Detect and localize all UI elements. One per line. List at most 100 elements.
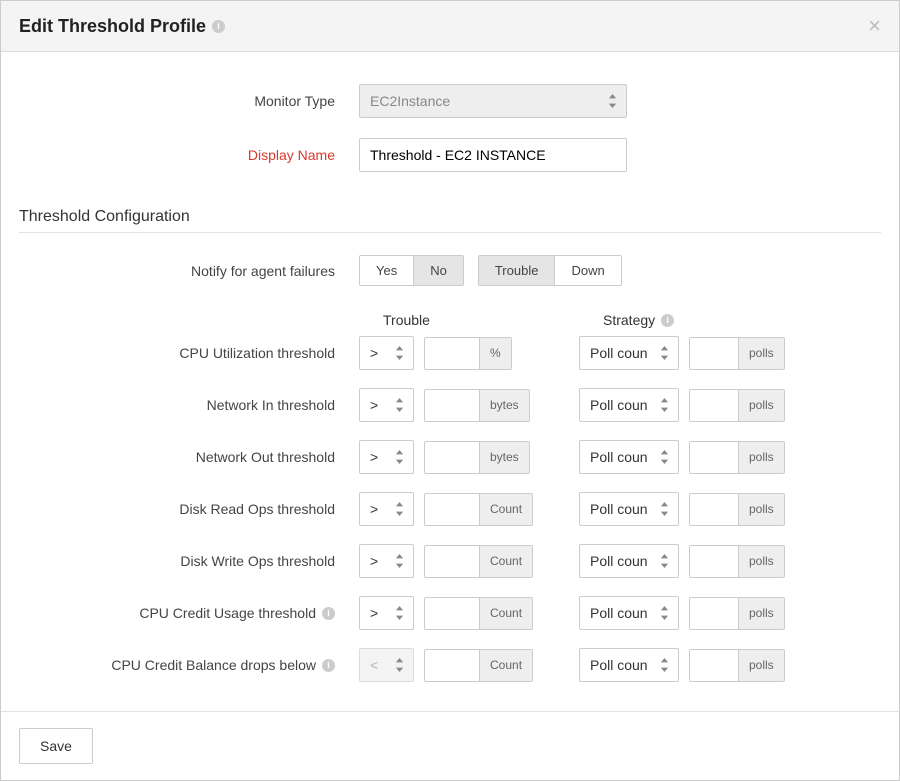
polls-input[interactable] xyxy=(690,546,738,577)
operator-select[interactable]: > xyxy=(359,388,414,422)
operator-select-wrap: < xyxy=(359,648,414,682)
threshold-label: CPU Credit Balance drops belowi xyxy=(19,657,359,673)
threshold-row: Network In threshold > bytes Poll count poll… xyxy=(19,388,881,422)
operator-select-wrap[interactable]: > xyxy=(359,440,414,474)
strategy-select-wrap[interactable]: Poll count xyxy=(579,648,679,682)
threshold-label: Disk Write Ops threshold xyxy=(19,553,359,569)
strategy-select-wrap[interactable]: Poll count xyxy=(579,596,679,630)
polls-group: polls xyxy=(689,545,785,578)
polls-group: polls xyxy=(689,441,785,474)
polls-group: polls xyxy=(689,389,785,422)
monitor-type-select-wrap[interactable]: EC2Instance xyxy=(359,84,627,118)
unit-label: % xyxy=(479,338,511,369)
save-button[interactable]: Save xyxy=(19,728,93,764)
trouble-column: >% xyxy=(359,336,579,370)
notify-yesno-group: YesNo xyxy=(359,255,464,286)
trouble-value-input[interactable] xyxy=(425,442,479,473)
trouble-value-input[interactable] xyxy=(425,390,479,421)
trouble-value-group: Count xyxy=(424,597,533,630)
polls-input[interactable] xyxy=(690,650,738,681)
trouble-value-group: Count xyxy=(424,545,533,578)
threshold-row: Network Out threshold>bytesPoll countpol… xyxy=(19,440,881,474)
trouble-value-group: % xyxy=(424,337,512,370)
threshold-row: CPU Credit Usage thresholdi>CountPoll co… xyxy=(19,596,881,630)
strategy-select[interactable]: Poll count xyxy=(579,336,679,370)
close-icon[interactable]: × xyxy=(868,15,881,37)
strategy-select[interactable]: Poll count xyxy=(579,492,679,526)
operator-select-wrap[interactable]: > xyxy=(359,596,414,630)
trouble-column: > Count xyxy=(359,544,579,578)
threshold-label: CPU Utilization threshold xyxy=(19,345,359,361)
operator-select[interactable]: > xyxy=(359,492,414,526)
operator-select-wrap[interactable]: > xyxy=(359,492,414,526)
trouble-value-input[interactable] xyxy=(425,338,479,369)
operator-select-wrap[interactable]: > xyxy=(359,544,414,578)
strategy-select-wrap[interactable]: Poll count xyxy=(579,388,679,422)
strategy-select-wrap[interactable]: Poll count xyxy=(579,544,679,578)
polls-input[interactable] xyxy=(690,338,738,369)
unit-label: bytes xyxy=(479,390,529,421)
operator-select[interactable]: > xyxy=(359,596,414,630)
threshold-rows: CPU Utilization threshold>%Poll countpol… xyxy=(19,336,881,682)
severity-down-button[interactable]: Down xyxy=(554,256,620,285)
trouble-value-input[interactable] xyxy=(425,650,479,681)
trouble-value-group: Count xyxy=(424,649,533,682)
strategy-select[interactable]: Poll count xyxy=(579,544,679,578)
trouble-value-group: Count xyxy=(424,493,533,526)
strategy-select-wrap[interactable]: Poll count xyxy=(579,336,679,370)
info-icon[interactable]: i xyxy=(322,659,335,672)
polls-group: polls xyxy=(689,337,785,370)
trouble-value-input[interactable] xyxy=(425,546,479,577)
trouble-value-input[interactable] xyxy=(425,494,479,525)
threshold-row: CPU Utilization threshold>%Poll countpol… xyxy=(19,336,881,370)
operator-select-wrap[interactable]: > xyxy=(359,388,414,422)
threshold-section-title: Threshold Configuration xyxy=(19,208,881,226)
unit-label: bytes xyxy=(479,442,529,473)
threshold-row: Disk Read Ops threshold>CountPoll countp… xyxy=(19,492,881,526)
operator-select[interactable]: > xyxy=(359,544,414,578)
operator-select-wrap[interactable]: > xyxy=(359,336,414,370)
display-name-row: Display Name xyxy=(19,138,881,172)
polls-input[interactable] xyxy=(690,442,738,473)
column-headers: Trouble Strategy i xyxy=(19,312,881,328)
trouble-column: > bytes xyxy=(359,388,579,422)
threshold-row: CPU Credit Balance drops belowi< Count Pol… xyxy=(19,648,881,682)
modal-title: Edit Threshold Profile i xyxy=(19,16,225,37)
severity-trouble-button[interactable]: Trouble xyxy=(479,256,555,285)
trouble-column: > Count xyxy=(359,596,579,630)
polls-input[interactable] xyxy=(690,390,738,421)
info-icon[interactable]: i xyxy=(661,314,674,327)
operator-select[interactable]: > xyxy=(359,440,414,474)
strategy-column: Poll count polls xyxy=(579,336,785,370)
strategy-select[interactable]: Poll count xyxy=(579,648,679,682)
severity-group: TroubleDown xyxy=(478,255,622,286)
strategy-select[interactable]: Poll count xyxy=(579,440,679,474)
unit-label: Count xyxy=(479,546,532,577)
polls-unit-label: polls xyxy=(738,650,784,681)
strategy-column: Poll count polls xyxy=(579,648,785,682)
info-icon[interactable]: i xyxy=(322,607,335,620)
strategy-select[interactable]: Poll count xyxy=(579,596,679,630)
modal-footer: Save xyxy=(1,711,899,780)
display-name-input[interactable] xyxy=(359,138,627,172)
trouble-column-header: Trouble xyxy=(383,312,603,328)
notify-yes-button[interactable]: Yes xyxy=(360,256,413,285)
polls-input[interactable] xyxy=(690,494,738,525)
operator-select[interactable]: > xyxy=(359,336,414,370)
polls-unit-label: polls xyxy=(738,338,784,369)
strategy-select-wrap[interactable]: Poll count xyxy=(579,492,679,526)
strategy-column: Poll count polls xyxy=(579,388,785,422)
info-icon[interactable]: i xyxy=(212,20,225,33)
trouble-value-input[interactable] xyxy=(425,598,479,629)
unit-label: Count xyxy=(479,494,532,525)
trouble-column: > Count xyxy=(359,492,579,526)
trouble-value-group: bytes xyxy=(424,389,530,422)
threshold-label: Network In threshold xyxy=(19,397,359,413)
operator-select: < xyxy=(359,648,414,682)
threshold-label-text: Network In threshold xyxy=(207,397,335,413)
notify-label: Notify for agent failures xyxy=(19,263,359,279)
polls-input[interactable] xyxy=(690,598,738,629)
notify-no-button[interactable]: No xyxy=(413,256,463,285)
strategy-select[interactable]: Poll count xyxy=(579,388,679,422)
strategy-select-wrap[interactable]: Poll count xyxy=(579,440,679,474)
